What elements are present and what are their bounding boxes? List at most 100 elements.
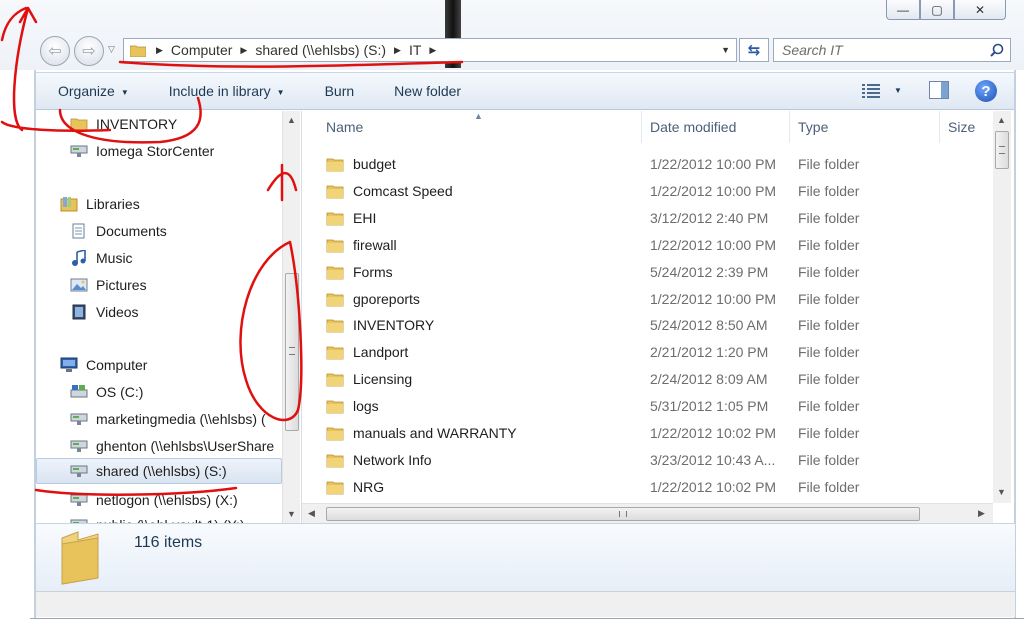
breadcrumb-shared[interactable]: shared (\\ehlsbs) (S:) bbox=[255, 42, 386, 58]
scroll-up-arrow[interactable]: ▲ bbox=[997, 115, 1006, 125]
file-name-cell[interactable]: Forms bbox=[302, 264, 642, 280]
scroll-down-arrow[interactable]: ▼ bbox=[287, 509, 296, 519]
forward-button[interactable]: ⇨ bbox=[74, 36, 104, 66]
file-name-cell[interactable]: manuals and WARRANTY bbox=[302, 425, 642, 441]
file-name-cell[interactable]: gporeports bbox=[302, 291, 642, 307]
nav-item-iomega[interactable]: Iomega StorCenter bbox=[70, 138, 214, 164]
maximize-button[interactable]: ▢ bbox=[920, 0, 954, 20]
nav-item-marketingmedia[interactable]: marketingmedia (\\ehlsbs) ( bbox=[70, 406, 266, 432]
column-header-name[interactable]: ▲ Name bbox=[302, 111, 642, 143]
column-header-date[interactable]: Date modified bbox=[642, 111, 790, 143]
nav-item-libraries[interactable]: Libraries bbox=[60, 191, 140, 217]
file-name-cell[interactable]: firewall bbox=[302, 237, 642, 253]
table-row[interactable]: Landport 2/21/2012 1:20 PM File folder bbox=[302, 339, 992, 365]
file-name-cell[interactable]: Network Info bbox=[302, 452, 642, 468]
file-name-cell[interactable]: budget bbox=[302, 156, 642, 172]
breadcrumb-separator[interactable]: ▶ bbox=[156, 45, 163, 56]
address-dropdown[interactable]: ▼ bbox=[721, 45, 730, 55]
scroll-thumb[interactable] bbox=[326, 507, 920, 521]
nav-item-computer[interactable]: Computer bbox=[60, 352, 147, 378]
table-row[interactable]: manuals and WARRANTY 1/22/2012 10:02 PM Fi… bbox=[302, 420, 992, 446]
nav-item-shared-s[interactable]: shared (\\ehlsbs) (S:) bbox=[36, 458, 282, 484]
nav-pane-scrollbar[interactable]: ▲ ▼ bbox=[282, 111, 300, 525]
network-drive-icon bbox=[70, 465, 88, 477]
local-drive-icon bbox=[70, 385, 88, 398]
folder-icon bbox=[61, 531, 99, 585]
file-list-vertical-scrollbar[interactable]: ▲ ▼ bbox=[993, 111, 1011, 503]
nav-item-pictures[interactable]: Pictures bbox=[70, 272, 147, 298]
network-drive-icon bbox=[70, 494, 88, 506]
scroll-up-arrow[interactable]: ▲ bbox=[287, 115, 296, 125]
scroll-thumb[interactable] bbox=[285, 273, 299, 431]
chevron-down-icon: ▼ bbox=[120, 87, 129, 97]
file-name-cell[interactable]: logs bbox=[302, 398, 642, 414]
nav-item-netlogon[interactable]: netlogon (\\ehlsbs) (X:) bbox=[70, 487, 238, 513]
table-row[interactable]: Comcast Speed 1/22/2012 10:00 PM File fold… bbox=[302, 178, 992, 204]
file-name-cell[interactable]: Comcast Speed bbox=[302, 183, 642, 199]
burn-button[interactable]: Burn bbox=[303, 83, 373, 99]
view-details-icon[interactable] bbox=[862, 83, 880, 99]
file-name-cell[interactable]: NRG bbox=[302, 479, 642, 495]
table-row[interactable]: INVENTORY 5/24/2012 8:50 AM File folder bbox=[302, 312, 992, 338]
nav-item-os-c[interactable]: OS (C:) bbox=[70, 379, 143, 405]
column-header-type[interactable]: Type bbox=[790, 111, 940, 143]
help-icon[interactable]: ? bbox=[975, 80, 997, 102]
nav-item-videos[interactable]: Videos bbox=[70, 299, 139, 325]
folder-icon bbox=[326, 481, 344, 495]
address-bar[interactable]: ▶ Computer ▶ shared (\\ehlsbs) (S:) ▶ IT… bbox=[123, 38, 737, 62]
folder-icon bbox=[326, 212, 344, 226]
pictures-icon bbox=[70, 278, 88, 292]
breadcrumb-separator[interactable]: ▶ bbox=[429, 45, 436, 56]
close-button[interactable]: ✕ bbox=[954, 0, 1006, 20]
table-row[interactable]: Forms 5/24/2012 2:39 PM File folder bbox=[302, 259, 992, 285]
table-row[interactable]: NRG 1/22/2012 10:02 PM File folder bbox=[302, 474, 992, 500]
include-in-library-button[interactable]: Include in library ▼ bbox=[147, 83, 303, 99]
column-header-size[interactable]: Size bbox=[940, 111, 992, 143]
table-row[interactable]: firewall 1/22/2012 10:00 PM File folder bbox=[302, 232, 992, 258]
table-row[interactable]: logs 5/31/2012 1:05 PM File folder bbox=[302, 393, 992, 419]
nav-item-inventory[interactable]: INVENTORY bbox=[70, 111, 177, 137]
search-box[interactable] bbox=[773, 38, 1011, 62]
grip-icon bbox=[289, 347, 295, 355]
nav-item-documents[interactable]: Documents bbox=[70, 218, 167, 244]
table-row[interactable]: gporeports 1/22/2012 10:00 PM File folder bbox=[302, 286, 992, 312]
folder-icon bbox=[326, 427, 344, 441]
file-name-cell[interactable]: EHI bbox=[302, 210, 642, 226]
scroll-right-arrow[interactable]: ▶ bbox=[978, 508, 985, 519]
file-name-cell[interactable]: Licensing bbox=[302, 371, 642, 387]
table-row[interactable]: EHI 3/12/2012 2:40 PM File folder bbox=[302, 205, 992, 231]
file-type-cell: File folder bbox=[798, 451, 860, 468]
organize-button[interactable]: Organize ▼ bbox=[36, 83, 147, 99]
file-name-cell[interactable]: Landport bbox=[302, 344, 642, 360]
scroll-thumb[interactable] bbox=[995, 131, 1009, 169]
file-name-cell[interactable]: INVENTORY bbox=[302, 317, 642, 333]
breadcrumb-computer[interactable]: Computer bbox=[171, 42, 232, 58]
breadcrumb-separator[interactable]: ▶ bbox=[394, 45, 401, 56]
table-row[interactable]: budget 1/22/2012 10:00 PM File folder bbox=[302, 151, 992, 177]
scroll-down-arrow[interactable]: ▼ bbox=[997, 487, 1006, 497]
sort-ascending-icon: ▲ bbox=[474, 111, 483, 121]
arrow-left-icon: ⇦ bbox=[48, 43, 62, 60]
file-list-horizontal-scrollbar[interactable]: ◀ ▶ bbox=[302, 503, 993, 523]
search-input[interactable] bbox=[782, 42, 982, 58]
change-view-dropdown[interactable]: ▼ bbox=[894, 86, 902, 95]
recent-pages-dropdown[interactable]: ▽ bbox=[108, 44, 115, 55]
scroll-left-arrow[interactable]: ◀ bbox=[308, 508, 315, 519]
folder-icon bbox=[326, 346, 344, 360]
back-button[interactable]: ⇦ bbox=[40, 36, 70, 66]
new-folder-button[interactable]: New folder bbox=[372, 83, 479, 99]
minimize-button[interactable]: — bbox=[886, 0, 920, 20]
breadcrumb-separator[interactable]: ▶ bbox=[240, 45, 247, 56]
search-icon[interactable] bbox=[990, 43, 1004, 57]
refresh-button[interactable]: ⇆ bbox=[739, 38, 769, 62]
file-type-cell: File folder bbox=[798, 236, 860, 253]
network-drive-icon bbox=[70, 440, 88, 452]
file-date-cell: 3/23/2012 10:43 A... bbox=[650, 451, 776, 468]
table-row[interactable]: Licensing 2/24/2012 8:09 AM File folder bbox=[302, 366, 992, 392]
nav-item-music[interactable]: Music bbox=[70, 245, 133, 271]
breadcrumb-it[interactable]: IT bbox=[409, 42, 421, 58]
file-type-cell: File folder bbox=[798, 371, 860, 388]
nav-item-ghenton[interactable]: ghenton (\\ehlsbs\UserShare bbox=[70, 433, 274, 459]
table-row[interactable]: Network Info 3/23/2012 10:43 A... File fol… bbox=[302, 447, 992, 473]
preview-pane-icon[interactable] bbox=[929, 81, 949, 99]
